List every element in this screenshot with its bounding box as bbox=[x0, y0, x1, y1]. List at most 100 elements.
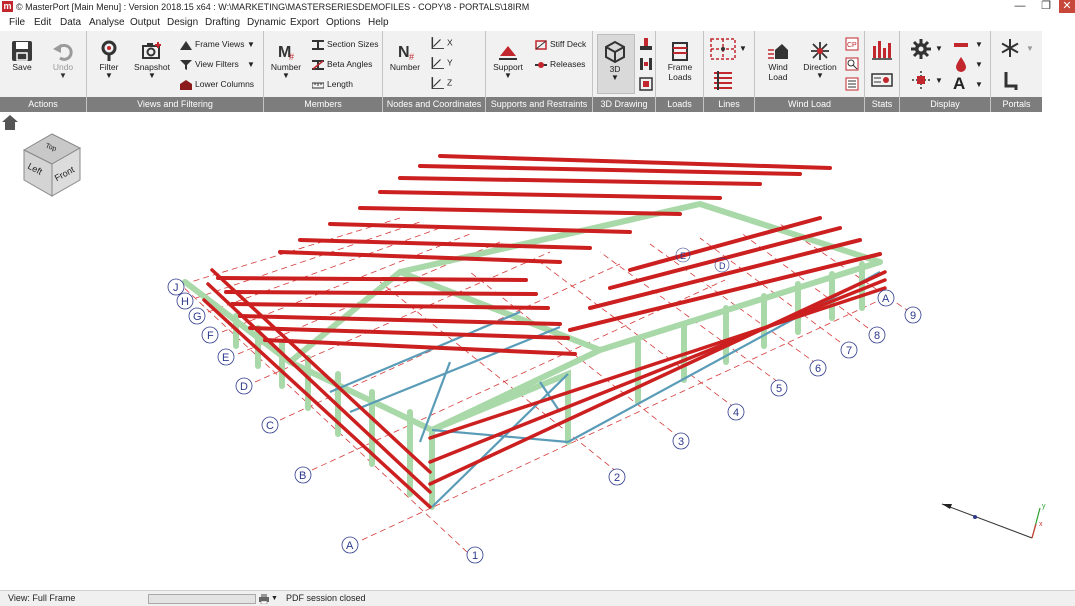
menu-drafting[interactable]: Drafting bbox=[205, 16, 240, 29]
view-filters-button[interactable]: View Filters bbox=[180, 59, 239, 70]
ribbon-empty-area bbox=[1042, 31, 1075, 112]
maximize-button[interactable]: ❐ bbox=[1033, 0, 1059, 13]
menu-output[interactable]: Output bbox=[130, 16, 160, 29]
node-number-button[interactable]: N # Number bbox=[389, 40, 421, 72]
printer-icon[interactable] bbox=[258, 593, 270, 604]
releases-button[interactable]: Releases bbox=[535, 59, 585, 70]
line-thickness-dropdown-icon[interactable]: ▼ bbox=[975, 39, 983, 50]
menu-help[interactable]: Help bbox=[368, 16, 389, 29]
group-label-lines: Lines bbox=[718, 99, 740, 109]
y-coordinate-button[interactable]: Y bbox=[430, 57, 453, 69]
snapshot-button[interactable]: Snapshot ▼ bbox=[133, 40, 171, 80]
line-thickness-icon[interactable] bbox=[953, 40, 969, 50]
frame-views-icon bbox=[180, 40, 192, 50]
frame-loads-button[interactable]: Frame Loads bbox=[664, 40, 696, 82]
node-display-icon[interactable] bbox=[910, 70, 932, 90]
progress-bar bbox=[148, 594, 256, 604]
minimize-button[interactable]: — bbox=[1007, 0, 1033, 13]
close-button[interactable]: ✕ bbox=[1059, 0, 1075, 13]
group-label-wind-load: Wind Load bbox=[787, 99, 832, 109]
releases-icon bbox=[535, 61, 547, 68]
filter-dropdown-icon[interactable]: ▼ bbox=[94, 72, 124, 80]
menu-edit[interactable]: Edit bbox=[34, 16, 51, 29]
axis-x-label: x bbox=[1039, 521, 1043, 528]
menu-dynamic[interactable]: Dynamic bbox=[247, 16, 286, 29]
group-label-display: Display bbox=[930, 99, 960, 109]
frame-views-label: Frame Views bbox=[195, 39, 245, 49]
3d-viewport[interactable]: Top Left Front A B C D E F G H J A 1 2 3… bbox=[0, 112, 1075, 590]
view-filters-dropdown-icon[interactable]: ▼ bbox=[247, 59, 255, 70]
status-bar: View: Full Frame ▼ PDF session closed bbox=[0, 590, 1075, 606]
frame-loads-icon bbox=[672, 42, 688, 61]
wind-load-button[interactable]: Wind Load bbox=[762, 40, 794, 82]
status-view: View: Full Frame bbox=[8, 593, 76, 603]
group-label-supports: Supports and Restraints bbox=[490, 99, 588, 109]
group-label-stats: Stats bbox=[871, 99, 893, 109]
menu-file[interactable]: File bbox=[9, 16, 25, 29]
menu-export[interactable]: Export bbox=[290, 16, 319, 29]
node-display-dropdown-icon[interactable]: ▼ bbox=[935, 75, 943, 86]
lower-columns-button[interactable]: Lower Columns bbox=[180, 79, 254, 90]
portal-frame-icon[interactable] bbox=[1001, 70, 1021, 92]
cp-icon[interactable]: CP bbox=[845, 37, 859, 51]
snapshot-dropdown-icon[interactable]: ▼ bbox=[133, 72, 171, 80]
member-number-button[interactable]: M # Number ▼ bbox=[270, 40, 302, 80]
3d-view-button[interactable]: 3D ▼ bbox=[599, 40, 631, 82]
snowflake-icon[interactable] bbox=[1000, 38, 1020, 58]
view-filters-label: View Filters bbox=[195, 59, 239, 69]
menu-data[interactable]: Data bbox=[60, 16, 81, 29]
svg-text:#: # bbox=[409, 52, 414, 62]
app-logo-icon: m bbox=[2, 1, 13, 12]
lines-grid-icon[interactable] bbox=[709, 37, 737, 61]
wind-direction-button[interactable]: Direction ▼ bbox=[801, 40, 839, 80]
lower-columns-label: Lower Columns bbox=[195, 79, 255, 89]
grid-label-6: 6 bbox=[815, 363, 821, 375]
portals-dropdown-icon[interactable]: ▼ bbox=[1026, 43, 1034, 54]
model-canvas[interactable]: Top Left Front A B C D E F G H J A 1 2 3… bbox=[0, 112, 1075, 590]
colour-drop-icon[interactable] bbox=[954, 56, 968, 72]
frame-views-dropdown-icon[interactable]: ▼ bbox=[247, 39, 255, 50]
save-button[interactable]: Save bbox=[6, 40, 38, 72]
beta-angles-button[interactable]: Beta Angles bbox=[312, 59, 372, 70]
x-coordinate-button[interactable]: X bbox=[430, 37, 453, 49]
support-button[interactable]: Support ▼ bbox=[492, 40, 524, 80]
menu-options[interactable]: Options bbox=[326, 16, 360, 29]
colour-dropdown-icon[interactable]: ▼ bbox=[975, 59, 983, 70]
z-coordinate-button[interactable]: Z bbox=[430, 77, 452, 89]
member-number-dropdown-icon[interactable]: ▼ bbox=[270, 72, 302, 80]
3d-extrude-icon[interactable] bbox=[639, 37, 653, 51]
frame-views-button[interactable]: Frame Views bbox=[180, 39, 244, 50]
support-dropdown-icon[interactable]: ▼ bbox=[492, 72, 524, 80]
length-button[interactable]: Length bbox=[312, 79, 353, 90]
stats-bar-chart-icon[interactable] bbox=[871, 38, 893, 60]
stats-info-icon[interactable] bbox=[871, 72, 893, 88]
font-glyph[interactable]: A bbox=[953, 75, 965, 93]
lines-stack-icon[interactable] bbox=[712, 70, 734, 90]
grid-label-8: 8 bbox=[874, 330, 880, 342]
wind-direction-dropdown-icon[interactable]: ▼ bbox=[801, 72, 839, 80]
3d-dropdown-icon[interactable]: ▼ bbox=[599, 74, 631, 82]
wind-report-icon[interactable] bbox=[845, 77, 859, 91]
lines-dropdown-icon[interactable]: ▼ bbox=[739, 43, 747, 54]
group-label-views: Views and Filtering bbox=[137, 99, 213, 109]
menu-analyse[interactable]: Analyse bbox=[89, 16, 125, 29]
menu-design[interactable]: Design bbox=[167, 16, 198, 29]
3d-section-icon[interactable] bbox=[639, 57, 653, 71]
view-cube[interactable]: Top Left Front bbox=[22, 133, 82, 197]
font-dropdown-icon[interactable]: ▼ bbox=[975, 79, 983, 90]
home-view-icon[interactable] bbox=[2, 115, 18, 130]
svg-text:#: # bbox=[289, 52, 294, 62]
printer-dropdown-icon[interactable]: ▼ bbox=[271, 593, 278, 604]
grid-label-5: 5 bbox=[776, 383, 782, 395]
section-sizes-button[interactable]: Section Sizes bbox=[312, 39, 379, 50]
filter-button[interactable]: Filter ▼ bbox=[94, 40, 124, 80]
y-axis-icon bbox=[431, 57, 444, 69]
undo-button[interactable]: Undo ▼ bbox=[47, 40, 79, 80]
3d-render-icon[interactable] bbox=[639, 77, 653, 91]
settings-gear-icon[interactable] bbox=[910, 38, 932, 60]
grid-label-g: G bbox=[193, 311, 202, 323]
wind-zoom-icon[interactable] bbox=[845, 57, 859, 71]
settings-dropdown-icon[interactable]: ▼ bbox=[935, 43, 943, 54]
undo-dropdown-icon[interactable]: ▼ bbox=[47, 72, 79, 80]
stiff-deck-button[interactable]: Stiff Deck bbox=[535, 39, 586, 50]
